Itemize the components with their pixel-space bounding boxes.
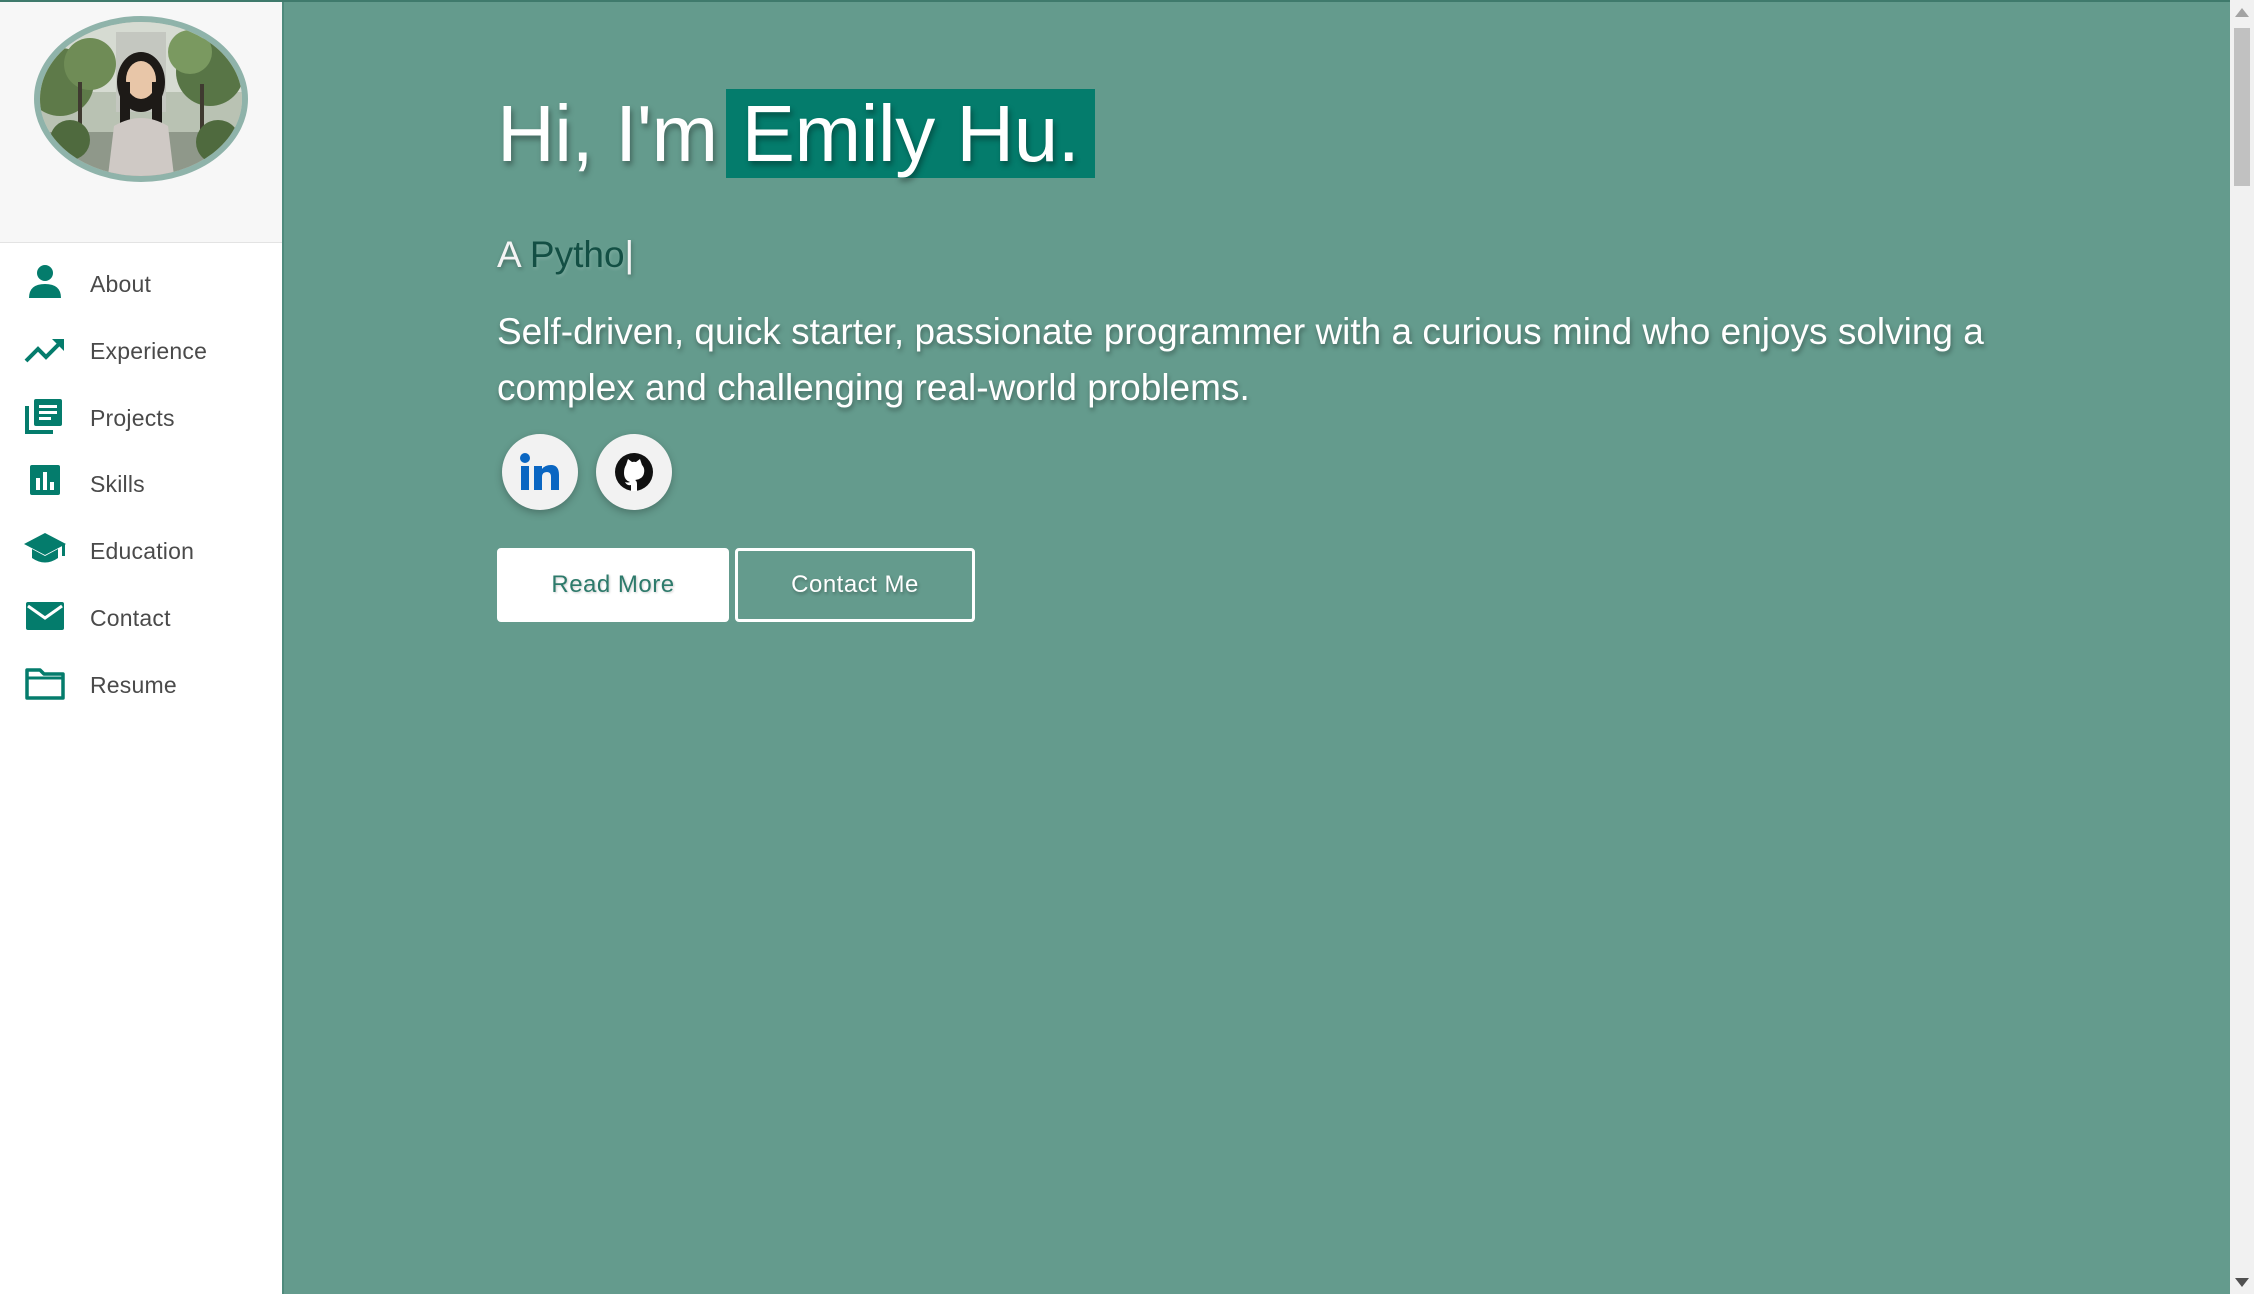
typed-prefix: A — [497, 234, 520, 275]
sidebar-item-label: About — [90, 271, 152, 297]
greeting-text: Hi, I'm — [497, 89, 718, 178]
sidebar-item-education[interactable]: Education — [0, 516, 282, 582]
linkedin-button[interactable] — [502, 434, 578, 510]
sidebar-item-projects[interactable]: Projects — [0, 383, 282, 449]
scroll-up-icon[interactable] — [2235, 8, 2249, 17]
sidebar-item-about[interactable]: About — [0, 249, 282, 315]
linkedin-icon — [520, 453, 559, 490]
sidebar: About Experience Projects Skills Educati… — [0, 2, 284, 1294]
profile-photo — [40, 22, 242, 176]
scroll-down-icon[interactable] — [2235, 1278, 2249, 1287]
sidebar-item-label: Resume — [90, 672, 177, 698]
sidebar-item-label: Projects — [90, 405, 175, 431]
sidebar-item-label: Skills — [90, 471, 145, 497]
scrollbar-thumb[interactable] — [2234, 28, 2250, 186]
github-button[interactable] — [596, 434, 672, 510]
library-books-icon — [25, 399, 62, 434]
vertical-scrollbar[interactable] — [2230, 0, 2254, 1294]
trending-up-icon — [24, 339, 64, 363]
avatar — [34, 16, 248, 182]
read-more-button[interactable]: Read More — [497, 548, 729, 622]
graduation-cap-icon — [24, 533, 66, 563]
name-highlight: Emily Hu. — [725, 89, 1096, 178]
hero-section: Hi, I'm Emily Hu. A Pytho| Self-driven, q… — [284, 2, 2230, 1294]
folder-icon — [25, 668, 65, 700]
typing-cursor: | — [624, 234, 635, 275]
sidebar-item-label: Contact — [90, 605, 171, 631]
bar-chart-icon — [30, 465, 60, 495]
sidebar-item-label: Experience — [90, 338, 208, 364]
person-icon — [29, 265, 61, 298]
bio-text: Self-driven, quick starter, passionate p… — [497, 311, 1984, 408]
mail-icon — [26, 602, 64, 630]
contact-me-button[interactable]: Contact Me — [735, 548, 975, 622]
sidebar-item-contact[interactable]: Contact — [0, 583, 282, 649]
hero-heading: Hi, I'm Emily Hu. — [497, 88, 1096, 180]
profile-section — [0, 2, 282, 243]
sidebar-item-experience[interactable]: Experience — [0, 316, 282, 382]
github-icon — [615, 453, 653, 491]
sidebar-item-resume[interactable]: Resume — [0, 650, 282, 716]
sidebar-item-skills[interactable]: Skills — [0, 449, 282, 515]
typed-text: Pytho — [529, 234, 625, 275]
sidebar-item-label: Education — [90, 538, 195, 564]
typed-subtitle: A Pytho| — [497, 234, 634, 276]
